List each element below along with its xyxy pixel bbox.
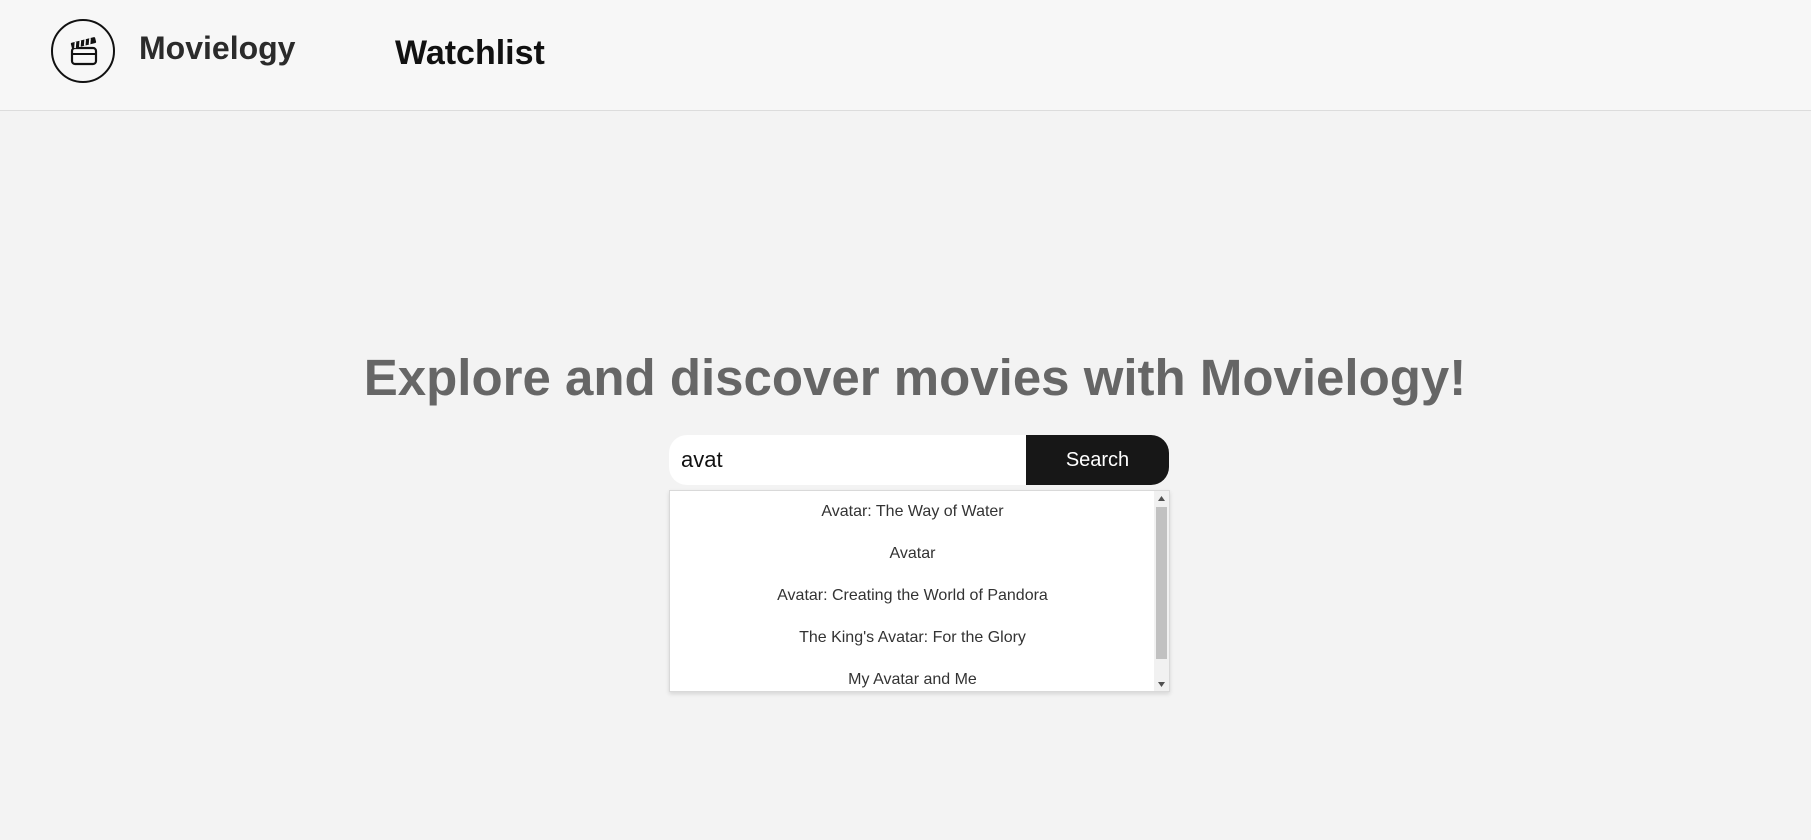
brand-name[interactable]: Movielogy bbox=[139, 30, 295, 67]
search-button[interactable]: Search bbox=[1026, 435, 1169, 485]
suggestion-item[interactable]: Avatar: Creating the World of Pandora bbox=[670, 575, 1155, 617]
suggestions-scrollbar[interactable] bbox=[1154, 491, 1169, 691]
suggestion-item[interactable]: Avatar: The Way of Water bbox=[670, 491, 1155, 533]
top-header: Movielogy Watchlist bbox=[0, 0, 1811, 111]
logo[interactable] bbox=[51, 19, 115, 83]
scroll-up-arrow-icon[interactable] bbox=[1154, 491, 1169, 505]
clapperboard-icon bbox=[70, 37, 98, 66]
suggestion-list: Avatar: The Way of Water Avatar Avatar: … bbox=[670, 491, 1155, 691]
scrollbar-thumb[interactable] bbox=[1156, 507, 1167, 659]
suggestion-item[interactable]: The King's Avatar: For the Glory bbox=[670, 617, 1155, 659]
search-bar: Search bbox=[669, 435, 1169, 485]
suggestion-item[interactable]: Avatar bbox=[670, 533, 1155, 575]
suggestion-item[interactable]: My Avatar and Me bbox=[670, 659, 1155, 691]
hero-title: Explore and discover movies with Movielo… bbox=[363, 349, 1467, 406]
nav-watchlist-link[interactable]: Watchlist bbox=[395, 34, 545, 73]
search-input[interactable] bbox=[669, 435, 1026, 485]
search-suggestions-dropdown: Avatar: The Way of Water Avatar Avatar: … bbox=[669, 490, 1170, 692]
scroll-down-arrow-icon[interactable] bbox=[1154, 677, 1169, 691]
